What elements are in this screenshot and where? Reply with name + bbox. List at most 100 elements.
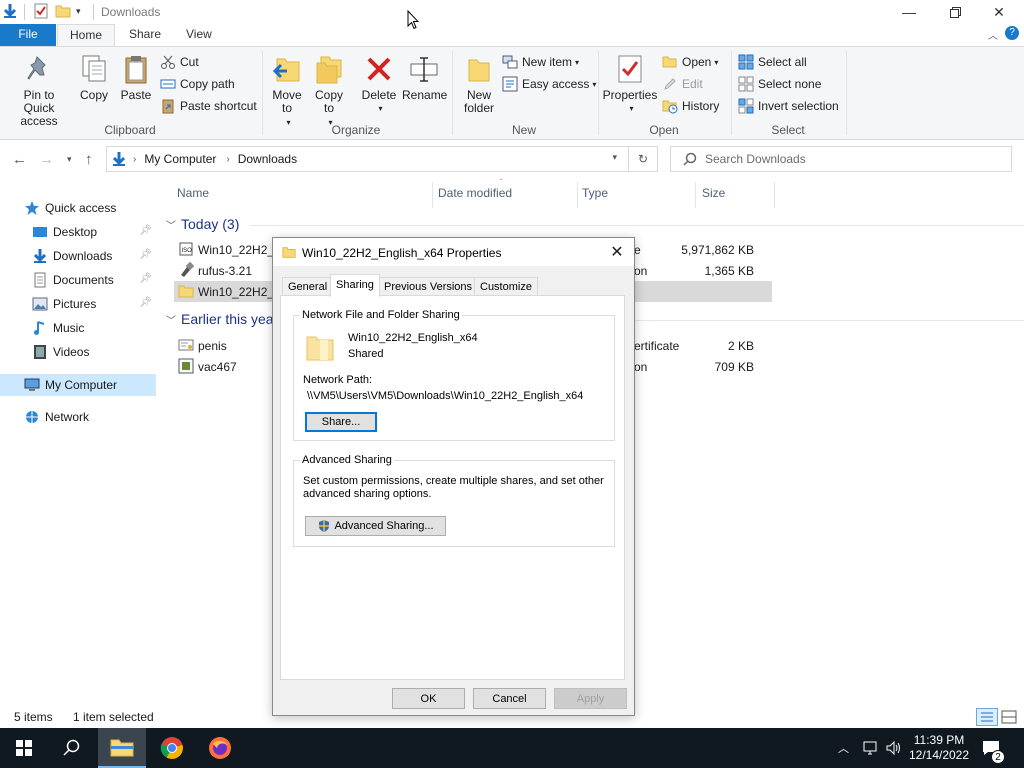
shared-folder-icon	[304, 332, 336, 364]
tab-customize[interactable]: Customize	[474, 277, 538, 296]
up-arrow-icon[interactable]: ↑	[85, 151, 93, 168]
nav-item-videos[interactable]: Videos	[0, 341, 156, 363]
restore-icon[interactable]	[932, 0, 978, 24]
folder-icon	[282, 245, 296, 259]
properties-button[interactable]: Properties ▾	[602, 53, 658, 115]
edit-button[interactable]: Edit	[662, 74, 703, 94]
group-header-today[interactable]: ﹀ Today (3)	[166, 216, 239, 232]
search-input[interactable]: Search Downloads	[705, 152, 806, 166]
tab-file[interactable]: File	[0, 24, 56, 46]
recent-locations-icon[interactable]: ▾	[67, 154, 72, 165]
network-status-icon[interactable]	[862, 728, 880, 768]
tab-previous-versions[interactable]: Previous Versions	[378, 277, 479, 296]
nav-quick-access[interactable]: Quick access	[0, 197, 156, 219]
details-view-icon[interactable]	[976, 708, 998, 726]
column-header-size[interactable]: Size	[702, 186, 725, 200]
advanced-sharing-button[interactable]: Advanced Sharing...	[305, 516, 446, 536]
nav-item-pictures[interactable]: Pictures 📌︎	[0, 293, 156, 315]
invert-selection-button[interactable]: Invert selection	[738, 96, 839, 116]
tab-view[interactable]: View	[174, 24, 224, 46]
firefox-icon[interactable]	[196, 728, 244, 768]
easy-access-icon	[502, 76, 518, 92]
share-button[interactable]: Share...	[305, 412, 377, 432]
clock[interactable]: 11:39 PM 12/14/2022	[908, 728, 970, 768]
open-button[interactable]: Open ▾	[662, 52, 718, 72]
nav-item-downloads[interactable]: Downloads 📌︎	[0, 245, 156, 267]
address-dropdown-icon[interactable]: ▾	[612, 152, 617, 163]
chevron-down-icon: ﹀	[166, 315, 176, 327]
tab-sharing[interactable]: Sharing	[330, 274, 380, 297]
rename-button[interactable]: Rename	[402, 53, 447, 102]
downloads-icon	[32, 248, 48, 264]
new-folder-icon	[463, 53, 495, 85]
history-button[interactable]: History	[662, 96, 719, 116]
copy-path-button[interactable]: Copy path	[160, 74, 235, 94]
open-label: Open	[682, 55, 712, 69]
paste-shortcut-button[interactable]: Paste shortcut	[160, 96, 257, 116]
file-explorer-icon[interactable]	[98, 728, 146, 768]
downloads-arrow-icon[interactable]	[2, 3, 18, 19]
copy-to-button[interactable]: Copy to ▾	[310, 53, 348, 129]
new-folder-qat-icon[interactable]	[55, 3, 71, 19]
column-header-type[interactable]: Type	[582, 186, 608, 200]
nav-my-computer[interactable]: My Computer	[0, 374, 156, 396]
tab-share[interactable]: Share	[117, 24, 173, 46]
paste-button[interactable]: Paste	[116, 53, 156, 102]
help-icon[interactable]: ?	[1005, 26, 1019, 40]
column-header-date-modified[interactable]: Date modified	[438, 186, 512, 200]
address-bar[interactable]: › My Computer › Downloads ▾	[106, 146, 658, 172]
pin-icon[interactable]: 📌︎	[139, 225, 152, 236]
new-folder-button[interactable]: New folder	[458, 53, 500, 115]
new-item-button[interactable]: New item ▾	[502, 52, 579, 72]
tab-general[interactable]: General	[282, 277, 334, 296]
nav-network[interactable]: Network	[0, 406, 156, 428]
file-name: Win10_22H2_E	[198, 285, 283, 299]
column-header-name[interactable]: Name	[177, 186, 209, 200]
close-icon[interactable]: ✕	[976, 0, 1022, 24]
nav-item-label: Downloads	[53, 249, 113, 263]
nav-item-desktop[interactable]: Desktop 📌︎	[0, 221, 156, 243]
select-none-button[interactable]: Select none	[738, 74, 821, 94]
file-name: rufus-3.21	[198, 264, 253, 278]
file-size: 2 KB	[727, 339, 754, 353]
qat-customize-icon[interactable]: ▾	[76, 6, 81, 17]
chrome-icon[interactable]	[148, 728, 196, 768]
copy-button[interactable]: Copy	[76, 53, 112, 102]
breadcrumb-downloads[interactable]: Downloads	[238, 152, 297, 166]
notification-count-badge: 2	[991, 750, 1005, 764]
forward-arrow-icon[interactable]: →	[39, 151, 54, 168]
refresh-icon[interactable]: ↻	[628, 146, 658, 172]
start-icon[interactable]	[0, 728, 48, 768]
chevron-down-icon: ﹀	[166, 220, 176, 232]
pin-icon[interactable]: 📌︎	[139, 273, 152, 284]
delete-button[interactable]: Delete ▾	[358, 53, 400, 115]
select-all-button[interactable]: Select all	[738, 52, 807, 72]
paste-label: Paste	[120, 88, 152, 102]
pin-to-quick-access-button[interactable]: Pin to Quick access	[4, 53, 74, 128]
pin-icon[interactable]: 📌︎	[139, 249, 152, 260]
tab-home[interactable]: Home	[57, 24, 116, 46]
collapse-ribbon-icon[interactable]: ︿	[988, 27, 998, 42]
move-to-button[interactable]: Move to ▾	[268, 53, 306, 129]
easy-access-button[interactable]: Easy access ▾	[502, 74, 596, 94]
ok-button[interactable]: OK	[392, 688, 465, 709]
group-header-earlier-this-year[interactable]: ﹀ Earlier this yea	[166, 311, 274, 327]
dialog-close-icon[interactable]: ✕	[606, 242, 628, 262]
notification-icon[interactable]: 2	[982, 728, 1005, 768]
show-hidden-icons-icon[interactable]: ︿	[838, 728, 849, 768]
apply-button[interactable]: Apply	[554, 688, 627, 709]
volume-icon[interactable]	[885, 728, 903, 768]
minimize-icon[interactable]: —	[886, 0, 932, 24]
cancel-button[interactable]: Cancel	[473, 688, 546, 709]
cut-button[interactable]: Cut	[160, 52, 199, 72]
rename-icon	[408, 53, 440, 85]
nav-item-documents[interactable]: Documents 📌︎	[0, 269, 156, 291]
large-icons-view-icon[interactable]	[1001, 710, 1017, 724]
nav-item-music[interactable]: Music	[0, 317, 156, 339]
search-box[interactable]: Search Downloads	[670, 146, 1012, 172]
breadcrumb-my-computer[interactable]: My Computer	[144, 152, 216, 166]
pin-icon[interactable]: 📌︎	[139, 297, 152, 308]
search-icon[interactable]	[48, 728, 96, 768]
properties-qat-icon[interactable]	[33, 3, 49, 19]
back-arrow-icon[interactable]: ←	[12, 151, 27, 168]
